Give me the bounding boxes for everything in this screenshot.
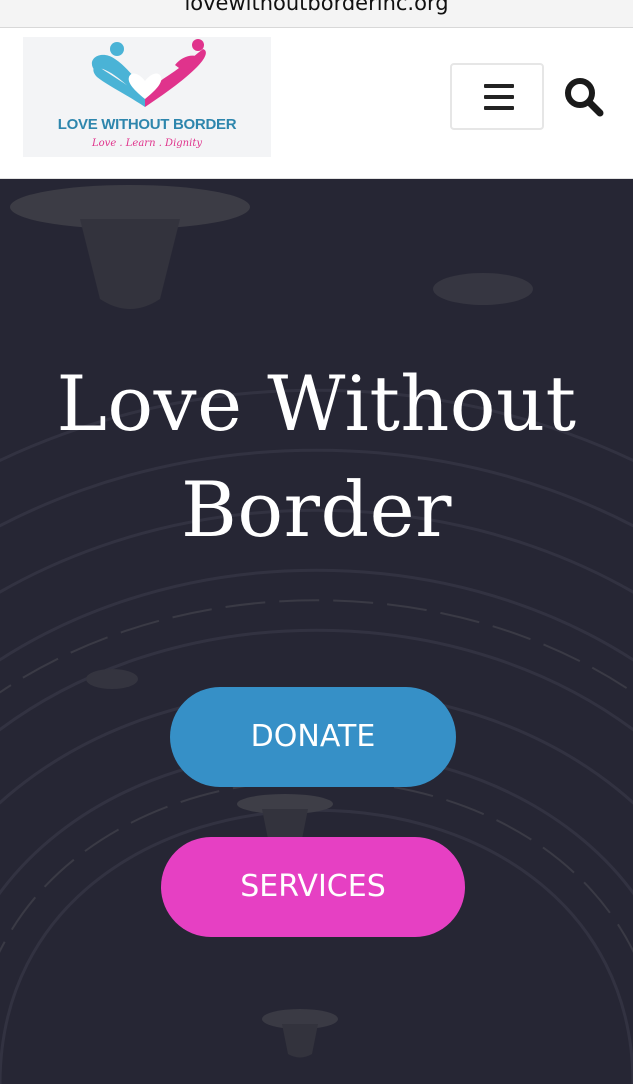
site-logo[interactable]: LOVE WITHOUT BORDER Love . Learn . Digni… <box>23 37 271 157</box>
hero-background-image <box>0 179 633 1084</box>
search-button[interactable] <box>563 76 605 118</box>
logo-tagline: Love . Learn . Dignity <box>92 138 202 149</box>
heart-people-logo-icon <box>91 39 206 107</box>
logo-name: LOVE WITHOUT BORDER <box>57 116 237 133</box>
hero-title: Love Without Border <box>0 351 633 563</box>
menu-button[interactable] <box>450 63 544 130</box>
site-header: LOVE WITHOUT BORDER Love . Learn . Digni… <box>0 28 633 179</box>
url-text: lovewithoutborderinc.org <box>184 0 449 15</box>
search-icon <box>565 78 604 117</box>
browser-url-bar[interactable]: lovewithoutborderinc.org <box>0 0 633 28</box>
hero-title-line-1: Love Without <box>56 359 577 448</box>
hero-title-line-2: Border <box>181 465 452 554</box>
hero-section: Love Without Border DONATE SERVICES <box>0 179 633 1084</box>
donate-button[interactable]: DONATE <box>170 687 456 787</box>
services-button[interactable]: SERVICES <box>161 837 465 937</box>
